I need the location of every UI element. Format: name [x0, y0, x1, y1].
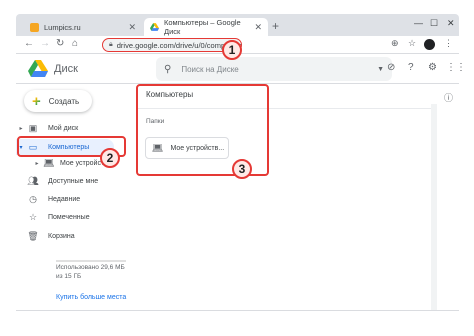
laptop-icon: 💻︎ — [43, 157, 55, 168]
sidebar-item-label: Корзина — [48, 232, 75, 240]
tab-title: Компьютеры – Google Диск — [164, 18, 241, 36]
sidebar-item-shared[interactable]: 👥︎ Доступные мне — [16, 173, 98, 189]
browser-tab-bar: Lumpics.ru ✕ Компьютеры – Google Диск ✕ … — [16, 14, 459, 36]
shared-people-icon: 👥︎ — [27, 175, 39, 186]
callout-badge-1: 1 — [222, 40, 242, 60]
home-icon[interactable]: ⌂ — [72, 38, 78, 49]
sidebar-item-label: Недавние — [48, 195, 81, 203]
search-placeholder: Поиск на Диске — [181, 64, 239, 74]
forward-icon[interactable]: → — [40, 38, 50, 49]
storage-usage-text: Использовано 29,6 МБ из 15 ГБ — [56, 264, 125, 280]
expand-arrow-icon[interactable]: ▸ — [16, 125, 26, 132]
scrollbar[interactable] — [431, 104, 437, 310]
bookmark-star-icon[interactable]: ☆ — [408, 38, 416, 49]
star-icon: ☆ — [28, 211, 38, 222]
expand-arrow-icon[interactable]: ▸ — [32, 160, 42, 167]
sidebar-item-recent[interactable]: ◷ Недавние — [16, 191, 80, 207]
apps-grid-icon[interactable]: ⋮⋮ — [446, 62, 466, 73]
my-drive-icon: ▣ — [28, 122, 38, 133]
address-bar[interactable]: 🔒︎ drive.google.com/drive/u/0/computers — [102, 38, 242, 52]
search-options-icon[interactable]: ▼ — [377, 66, 384, 73]
callout-badge-2: 2 — [100, 148, 120, 168]
create-label: Создать — [48, 96, 80, 106]
create-button[interactable]: + Создать — [24, 90, 92, 112]
buy-storage-link[interactable]: Купить больше места — [56, 294, 126, 301]
close-icon[interactable]: ✕ — [128, 22, 136, 33]
search-icon: ⚲ — [164, 63, 172, 75]
help-icon[interactable]: ? — [408, 62, 414, 73]
maximize-icon[interactable]: ☐ — [430, 18, 438, 29]
lock-icon: 🔒︎ — [109, 41, 113, 48]
app-name: Диск — [54, 63, 78, 75]
menu-dots-icon[interactable]: ⋮ — [444, 38, 453, 49]
tab-lumpics[interactable]: Lumpics.ru ✕ — [24, 18, 142, 36]
gdrive-icon — [150, 23, 159, 31]
new-tab-button[interactable]: + — [272, 19, 279, 33]
reload-icon[interactable]: ↻ — [56, 38, 64, 49]
sidebar-item-label: Помеченные — [48, 213, 90, 221]
back-icon[interactable]: ← — [24, 38, 34, 49]
sidebar-item-label: Доступные мне — [48, 177, 99, 185]
minimize-icon[interactable]: — — [414, 18, 423, 28]
storage-bar — [56, 260, 126, 262]
tab-google-drive[interactable]: Компьютеры – Google Диск ✕ — [144, 18, 268, 36]
info-icon[interactable]: ⓘ — [444, 91, 453, 104]
sidebar-item-label: Мой диск — [48, 124, 79, 132]
callout-badge-3: 3 — [232, 159, 252, 179]
sidebar-item-my-drive[interactable]: ▸ ▣ Мой диск — [16, 120, 78, 136]
profile-avatar[interactable] — [424, 39, 435, 50]
trash-icon: 🗑︎ — [27, 230, 39, 241]
lumpics-icon — [30, 22, 39, 32]
drive-logo-icon — [28, 60, 48, 77]
close-window-icon[interactable]: ✕ — [447, 18, 455, 29]
sidebar-item-starred[interactable]: ☆ Помеченные — [16, 209, 90, 225]
bottom-divider — [16, 310, 459, 311]
close-icon[interactable]: ✕ — [254, 22, 262, 33]
drive-header: Диск ⚲ Поиск на Диске ▼ ⊘ ? ⚙ ⋮⋮ — [16, 54, 466, 84]
settings-gear-icon[interactable]: ⚙ — [428, 62, 437, 73]
sidebar-item-trash[interactable]: 🗑︎ Корзина — [16, 228, 75, 244]
search-input[interactable]: ⚲ Поиск на Диске ▼ — [156, 57, 392, 81]
clock-icon: ◷ — [29, 193, 37, 204]
extension-icon[interactable]: ⊕ — [391, 38, 399, 49]
tab-title: Lumpics.ru — [44, 22, 81, 32]
offline-status-icon[interactable]: ⊘ — [387, 62, 395, 73]
plus-icon: + — [32, 92, 41, 110]
